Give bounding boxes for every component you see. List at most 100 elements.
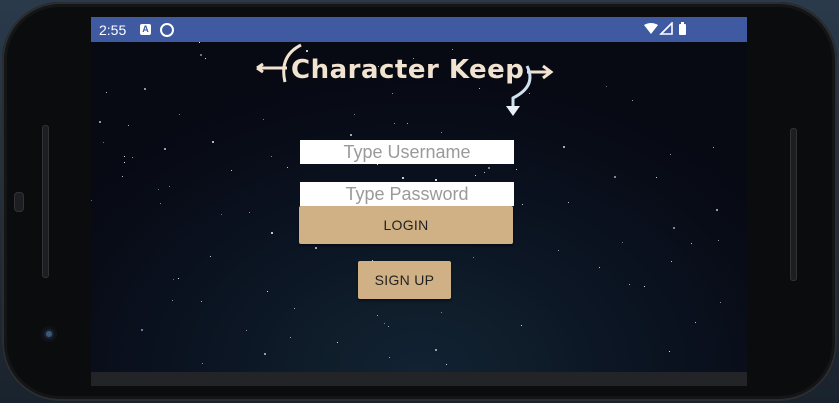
star [164, 148, 166, 150]
star [632, 100, 633, 101]
star [673, 227, 675, 229]
star [695, 322, 696, 323]
star [644, 286, 645, 287]
star [173, 279, 174, 280]
star [718, 240, 719, 241]
star [128, 125, 129, 126]
app-logo: Character Keep [251, 42, 561, 124]
star [516, 169, 517, 170]
star [402, 177, 404, 179]
left-small-button [14, 192, 24, 212]
star [484, 172, 485, 173]
star [132, 157, 133, 158]
star [377, 315, 378, 316]
star [160, 203, 161, 204]
star [670, 154, 671, 155]
star [103, 142, 104, 143]
star [106, 92, 107, 93]
star [231, 170, 232, 171]
a-icon: A [140, 24, 151, 35]
star [315, 247, 317, 249]
star [287, 167, 288, 168]
sync-icon [160, 23, 174, 37]
star [271, 232, 273, 234]
star [488, 167, 490, 169]
star [389, 357, 390, 358]
battery-icon [679, 24, 686, 35]
right-side-button [790, 128, 797, 281]
navigation-bar [91, 372, 747, 386]
star [384, 323, 385, 324]
star [169, 186, 170, 187]
star [568, 202, 569, 203]
star [720, 302, 721, 303]
star [716, 209, 718, 211]
star [446, 364, 447, 365]
star [350, 134, 352, 136]
star [179, 114, 180, 115]
star [124, 156, 125, 157]
star [377, 164, 378, 165]
star [656, 177, 657, 178]
star [158, 189, 159, 190]
star [202, 363, 203, 364]
signal-icon [659, 21, 673, 35]
star [599, 267, 600, 268]
star [199, 42, 200, 43]
star [473, 257, 474, 258]
front-camera-icon [41, 326, 57, 342]
star [144, 88, 146, 90]
star [210, 256, 211, 257]
star [435, 179, 437, 181]
system-icons [643, 21, 691, 41]
password-input[interactable] [300, 182, 514, 206]
login-button[interactable]: LOGIN [299, 206, 513, 244]
star [91, 200, 92, 201]
left-side-button [42, 125, 49, 278]
wifi-signal-battery-icons [644, 21, 686, 35]
star [475, 175, 476, 176]
star [521, 325, 522, 326]
app-title: Character Keep [291, 55, 525, 85]
star [388, 326, 389, 327]
star [713, 147, 714, 148]
status-time: 2:55 [99, 22, 127, 38]
star [246, 330, 247, 331]
star [122, 176, 123, 177]
star [178, 278, 179, 279]
star [264, 353, 266, 355]
device-screen: 2:55 A Character Keep Type Username LOGI… [91, 17, 747, 386]
star [435, 349, 437, 351]
star [691, 243, 692, 244]
star [200, 54, 202, 56]
star [622, 242, 623, 243]
star [606, 86, 607, 87]
star [290, 337, 291, 338]
star [614, 176, 616, 178]
star [124, 162, 125, 163]
star [563, 146, 565, 148]
star [212, 141, 214, 143]
star [271, 156, 272, 157]
star [669, 351, 670, 352]
star [629, 284, 630, 285]
star [671, 261, 672, 262]
username-input[interactable] [300, 140, 514, 164]
signup-button-label: SIGN UP [374, 272, 435, 288]
star [294, 308, 295, 309]
login-button-label: LOGIN [383, 217, 429, 233]
star [441, 312, 442, 313]
star [221, 214, 222, 215]
login-screen: Character Keep LOGIN SIGN UP [91, 42, 747, 372]
star [141, 329, 143, 331]
status-bar: 2:55 A [91, 17, 747, 42]
wifi-icon [644, 23, 658, 34]
star [201, 301, 202, 302]
star [267, 291, 268, 292]
star [172, 300, 173, 301]
star [337, 342, 338, 343]
star [522, 204, 523, 205]
star [99, 121, 101, 123]
signup-button[interactable]: SIGN UP [358, 261, 451, 299]
star [205, 58, 206, 59]
